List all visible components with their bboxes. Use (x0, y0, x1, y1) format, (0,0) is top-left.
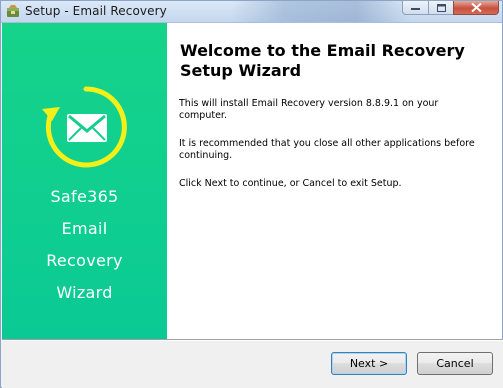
title-bar[interactable]: Setup - Email Recovery (1, 1, 502, 23)
install-info-text: This will install Email Recovery version… (179, 98, 439, 121)
brand-line-1: Safe365 (50, 187, 119, 206)
brand-line-2: Email (61, 219, 108, 238)
setup-window: Setup - Email Recovery Safe365 Email Rec… (0, 0, 503, 388)
installer-app-icon (7, 5, 19, 17)
minimize-button[interactable] (402, 1, 429, 15)
recommendation-text: It is recommended that you close all oth… (179, 138, 475, 161)
envelope-refresh-icon (42, 86, 127, 168)
maximize-icon (436, 3, 446, 12)
wizard-side-panel: Safe365 Email Recovery Wizard (2, 23, 167, 339)
close-button[interactable] (453, 1, 499, 15)
instruction-text: Click Next to continue, or Cancel to exi… (179, 178, 402, 189)
minimize-icon (411, 7, 420, 10)
maximize-button[interactable] (428, 1, 454, 15)
brand-line-3: Recovery (46, 251, 123, 270)
close-icon (470, 3, 482, 12)
cancel-button[interactable]: Cancel (417, 352, 493, 375)
page-title: Welcome to the Email Recovery Setup Wiza… (180, 41, 465, 80)
brand-line-4: Wizard (56, 283, 113, 302)
title-bar-background (231, 1, 411, 22)
next-button[interactable]: Next > (331, 352, 407, 375)
window-title: Setup - Email Recovery (25, 4, 167, 18)
wizard-content-panel: Welcome to the Email Recovery Setup Wiza… (167, 23, 502, 339)
